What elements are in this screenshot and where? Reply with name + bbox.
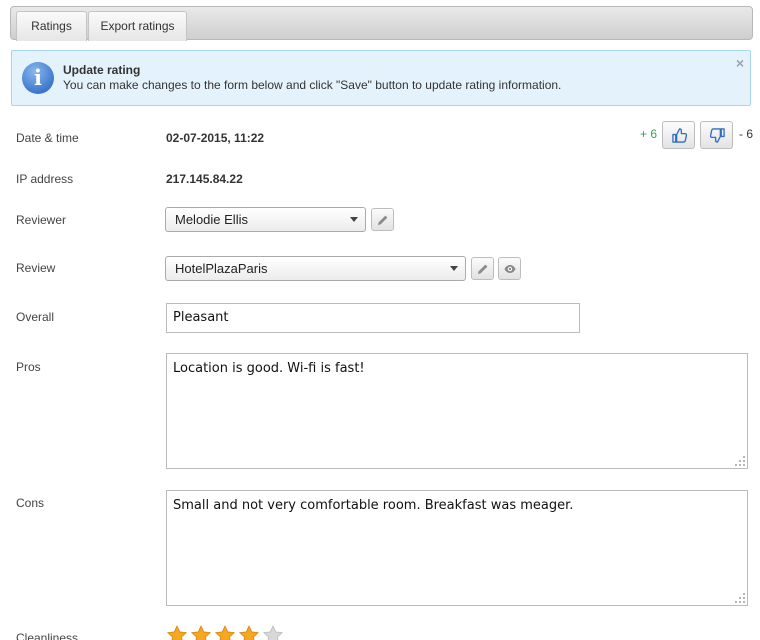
reviewer-label: Reviewer — [16, 213, 67, 227]
vote-up-count: + 6 — [640, 127, 658, 141]
star-icon[interactable] — [214, 625, 236, 640]
close-icon[interactable]: × — [736, 55, 744, 71]
star-icon[interactable] — [262, 625, 284, 640]
review-label: Review — [16, 261, 56, 275]
tab-ratings[interactable]: Ratings — [16, 11, 87, 41]
info-icon: i — [22, 62, 54, 94]
info-notice: i Update rating You can make changes to … — [11, 50, 751, 106]
cons-label: Cons — [16, 496, 45, 510]
notice-text: You can make changes to the form below a… — [63, 78, 562, 92]
vote-down-count: - 6 — [739, 127, 754, 141]
star-icon[interactable] — [190, 625, 212, 640]
view-review-button[interactable] — [498, 257, 521, 280]
thumbs-up-button[interactable] — [662, 121, 695, 149]
reviewer-select[interactable]: Melodie Ellis — [165, 207, 366, 232]
pros-label: Pros — [16, 360, 41, 374]
overall-label: Overall — [16, 310, 55, 324]
star-icon[interactable] — [166, 625, 188, 640]
thumbs-down-icon — [710, 128, 725, 143]
chevron-down-icon — [350, 217, 358, 222]
edit-reviewer-button[interactable] — [371, 208, 394, 231]
cleanliness-label: Cleanliness — [16, 631, 79, 640]
ip-value: 217.145.84.22 — [166, 172, 243, 186]
reviewer-selected: Melodie Ellis — [175, 212, 248, 227]
eye-icon — [504, 265, 516, 273]
thumbs-down-button[interactable] — [700, 121, 733, 149]
overall-input[interactable]: Pleasant — [166, 303, 580, 333]
pros-text: Location is good. Wi-fi is fast! — [173, 361, 365, 376]
chevron-down-icon — [450, 266, 458, 271]
datetime-label: Date & time — [16, 131, 79, 145]
star-icon[interactable] — [238, 625, 260, 640]
cons-text: Small and not very comfortable room. Bre… — [173, 498, 574, 513]
ip-label: IP address — [16, 172, 74, 186]
resize-grip-icon[interactable] — [735, 456, 745, 466]
cons-textarea[interactable]: Small and not very comfortable room. Bre… — [166, 490, 748, 606]
review-select[interactable]: HotelPlazaParis — [165, 256, 466, 281]
pencil-icon — [478, 264, 488, 274]
tab-bar: Ratings Export ratings — [10, 6, 753, 41]
edit-review-button[interactable] — [471, 257, 494, 280]
resize-grip-icon[interactable] — [735, 593, 745, 603]
notice-title: Update rating — [63, 63, 141, 77]
tab-export-ratings[interactable]: Export ratings — [88, 11, 187, 41]
review-selected: HotelPlazaParis — [175, 261, 268, 276]
pencil-icon — [378, 215, 388, 225]
pros-textarea[interactable]: Location is good. Wi-fi is fast! — [166, 353, 748, 469]
thumbs-up-icon — [672, 128, 687, 143]
datetime-value: 02-07-2015, 11:22 — [166, 131, 265, 145]
